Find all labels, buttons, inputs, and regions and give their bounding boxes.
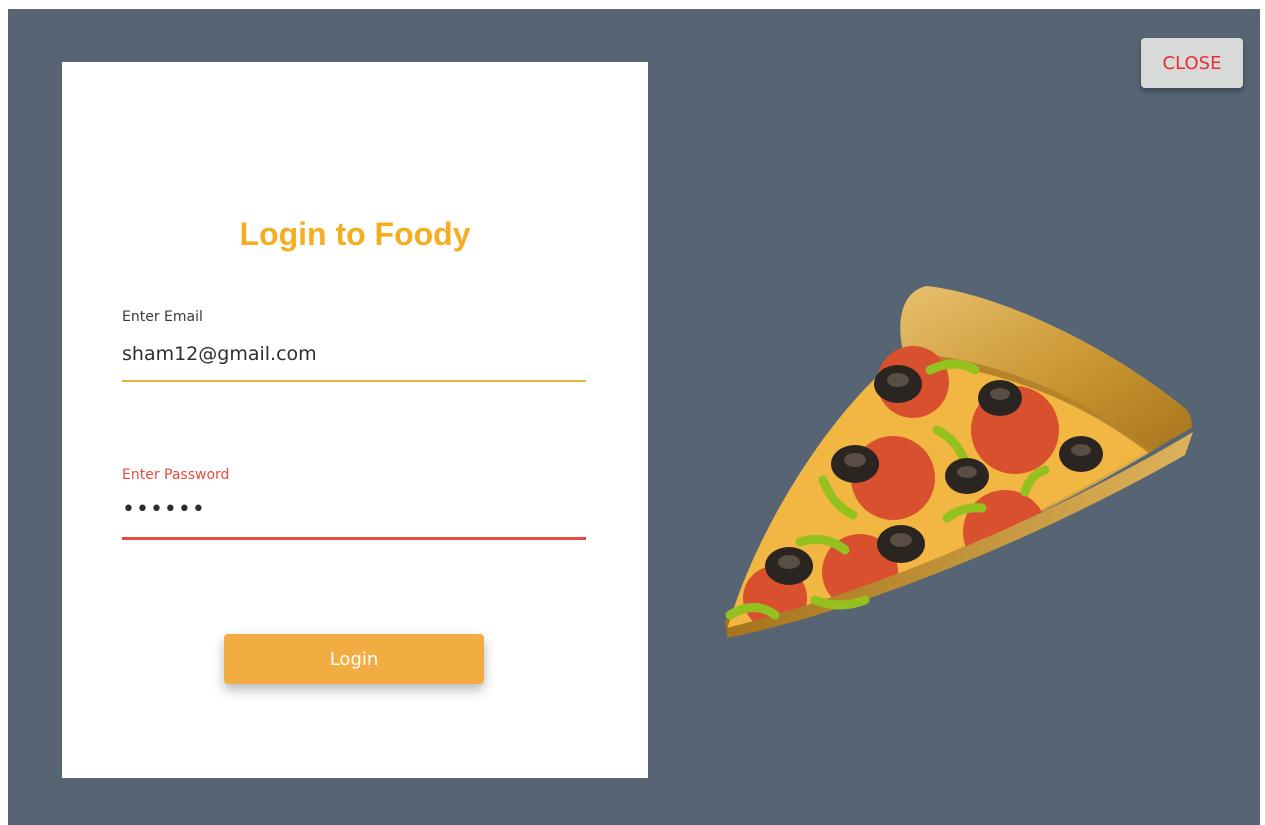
email-input[interactable]: sham12@gmail.com (122, 340, 586, 368)
password-input[interactable]: •••••• (122, 496, 586, 524)
pizza-slice-icon (715, 286, 1205, 670)
page-title: Login to Foody (239, 216, 471, 252)
email-label: Enter Email (122, 309, 203, 325)
close-button[interactable]: CLOSE (1141, 38, 1243, 88)
password-label: Enter Password (122, 467, 230, 483)
password-field[interactable]: Enter Password •••••• (122, 466, 586, 540)
email-underline (122, 380, 586, 382)
login-button[interactable]: Login (224, 634, 484, 684)
email-field[interactable]: Enter Email sham12@gmail.com (122, 308, 586, 382)
password-underline (122, 537, 586, 540)
